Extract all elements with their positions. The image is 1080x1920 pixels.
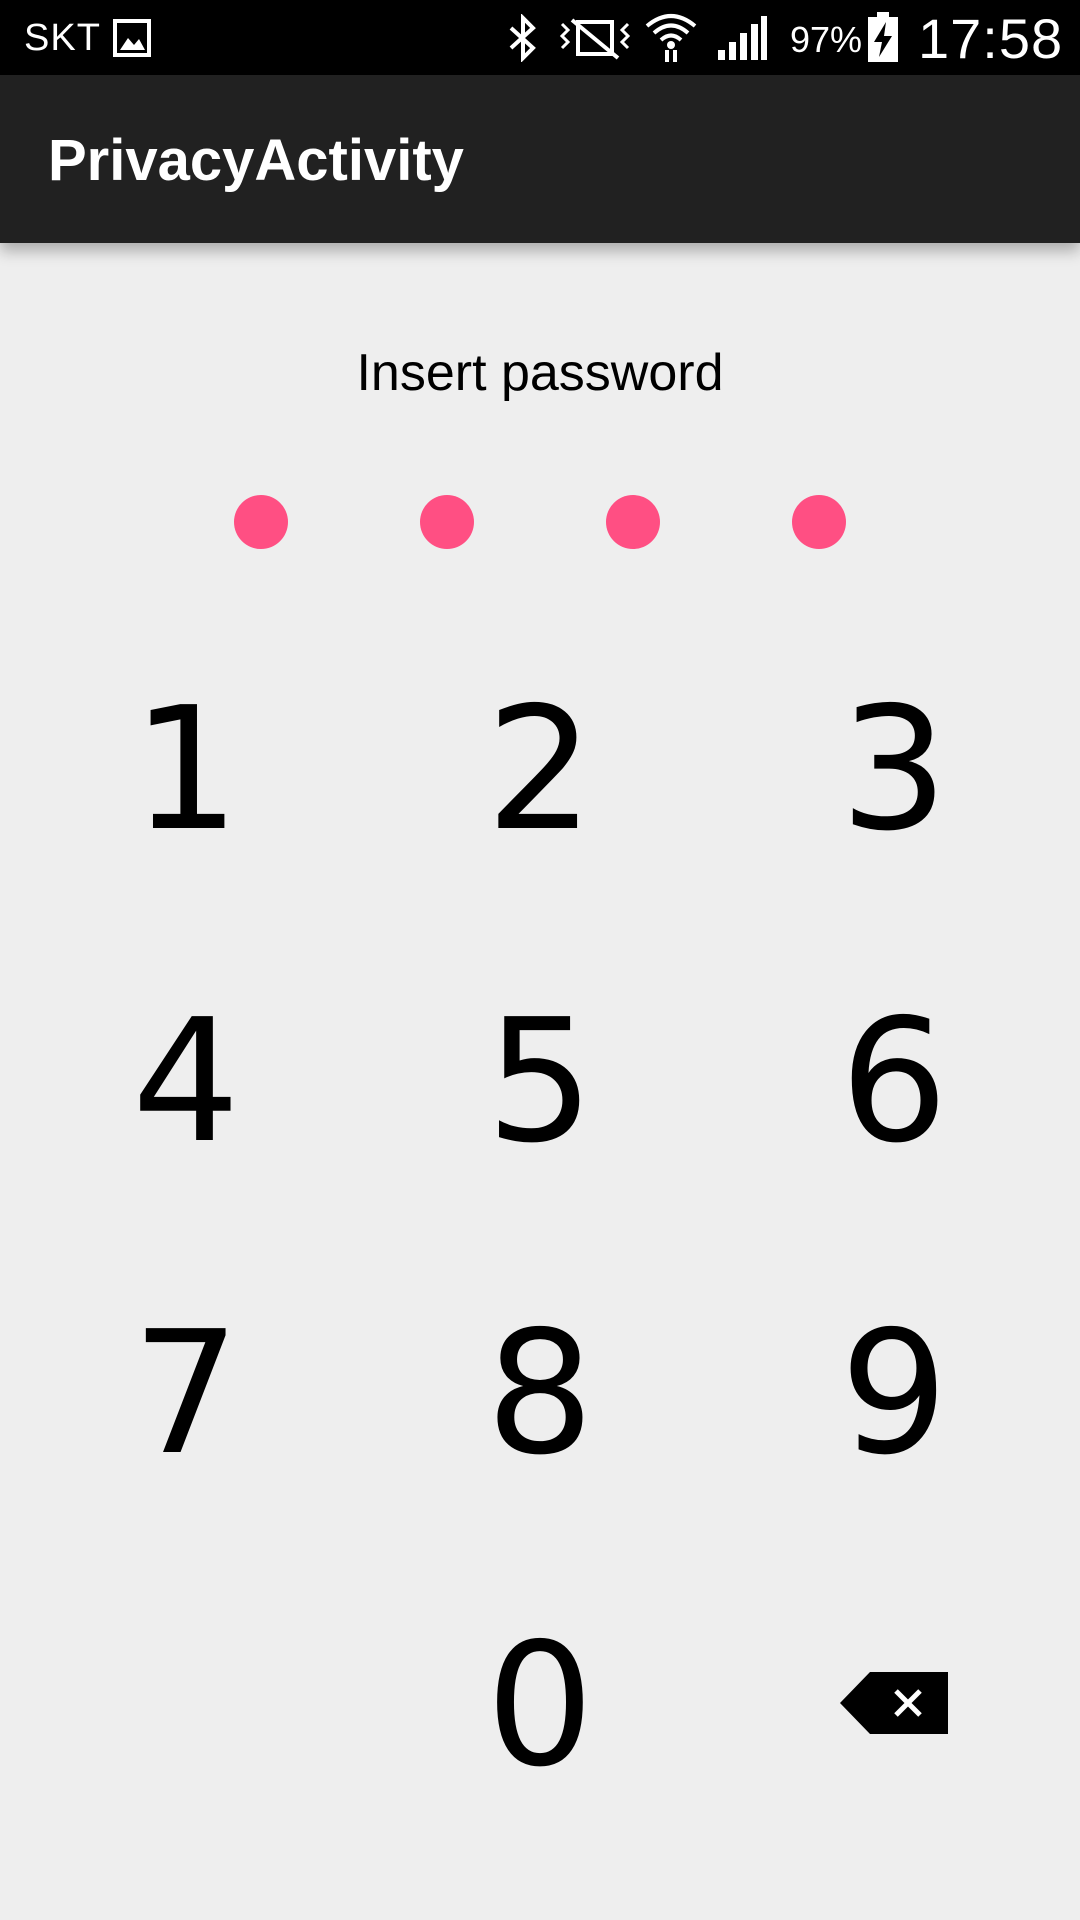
key-label: 9 bbox=[839, 1295, 949, 1493]
key-6[interactable]: 6 bbox=[744, 962, 1044, 1202]
battery-charging-icon bbox=[868, 12, 898, 62]
status-bar: SKT 97% 17:58 bbox=[0, 0, 1080, 75]
carrier-label: SKT bbox=[24, 17, 101, 59]
vibrate-off-icon bbox=[559, 18, 631, 60]
pin-dot bbox=[234, 495, 288, 549]
key-4[interactable]: 4 bbox=[36, 962, 336, 1202]
screen: SKT 97% 17:58 PrivacyActivity Insert pas… bbox=[0, 0, 1080, 1920]
key-label: 7 bbox=[131, 1295, 241, 1493]
key-1[interactable]: 1 bbox=[36, 650, 336, 890]
pin-dot bbox=[792, 495, 846, 549]
key-label: 6 bbox=[839, 983, 949, 1181]
key-0[interactable]: 0 bbox=[390, 1586, 690, 1826]
clock: 17:58 bbox=[918, 7, 1064, 70]
key-2[interactable]: 2 bbox=[390, 650, 690, 890]
battery-percent: 97% bbox=[790, 19, 863, 60]
pin-dot bbox=[606, 495, 660, 549]
key-label: 4 bbox=[131, 983, 241, 1181]
wifi-icon bbox=[645, 14, 697, 62]
backspace-icon[interactable] bbox=[840, 1670, 950, 1736]
key-label: 5 bbox=[485, 983, 595, 1181]
page-title: PrivacyActivity bbox=[48, 128, 464, 193]
key-label: 0 bbox=[485, 1607, 595, 1805]
image-notification-icon bbox=[113, 19, 151, 57]
action-bar: PrivacyActivity bbox=[0, 75, 1080, 243]
key-3[interactable]: 3 bbox=[744, 650, 1044, 890]
key-5[interactable]: 5 bbox=[390, 962, 690, 1202]
key-8[interactable]: 8 bbox=[390, 1274, 690, 1514]
key-label: 8 bbox=[485, 1295, 595, 1493]
signal-icon bbox=[718, 16, 767, 60]
password-prompt: Insert password bbox=[356, 344, 724, 402]
key-label: 1 bbox=[131, 671, 241, 869]
pin-dot bbox=[420, 495, 474, 549]
key-label: 3 bbox=[839, 671, 949, 869]
key-9[interactable]: 9 bbox=[744, 1274, 1044, 1514]
key-7[interactable]: 7 bbox=[36, 1274, 336, 1514]
bluetooth-icon bbox=[509, 14, 536, 62]
key-label: 2 bbox=[485, 671, 595, 869]
